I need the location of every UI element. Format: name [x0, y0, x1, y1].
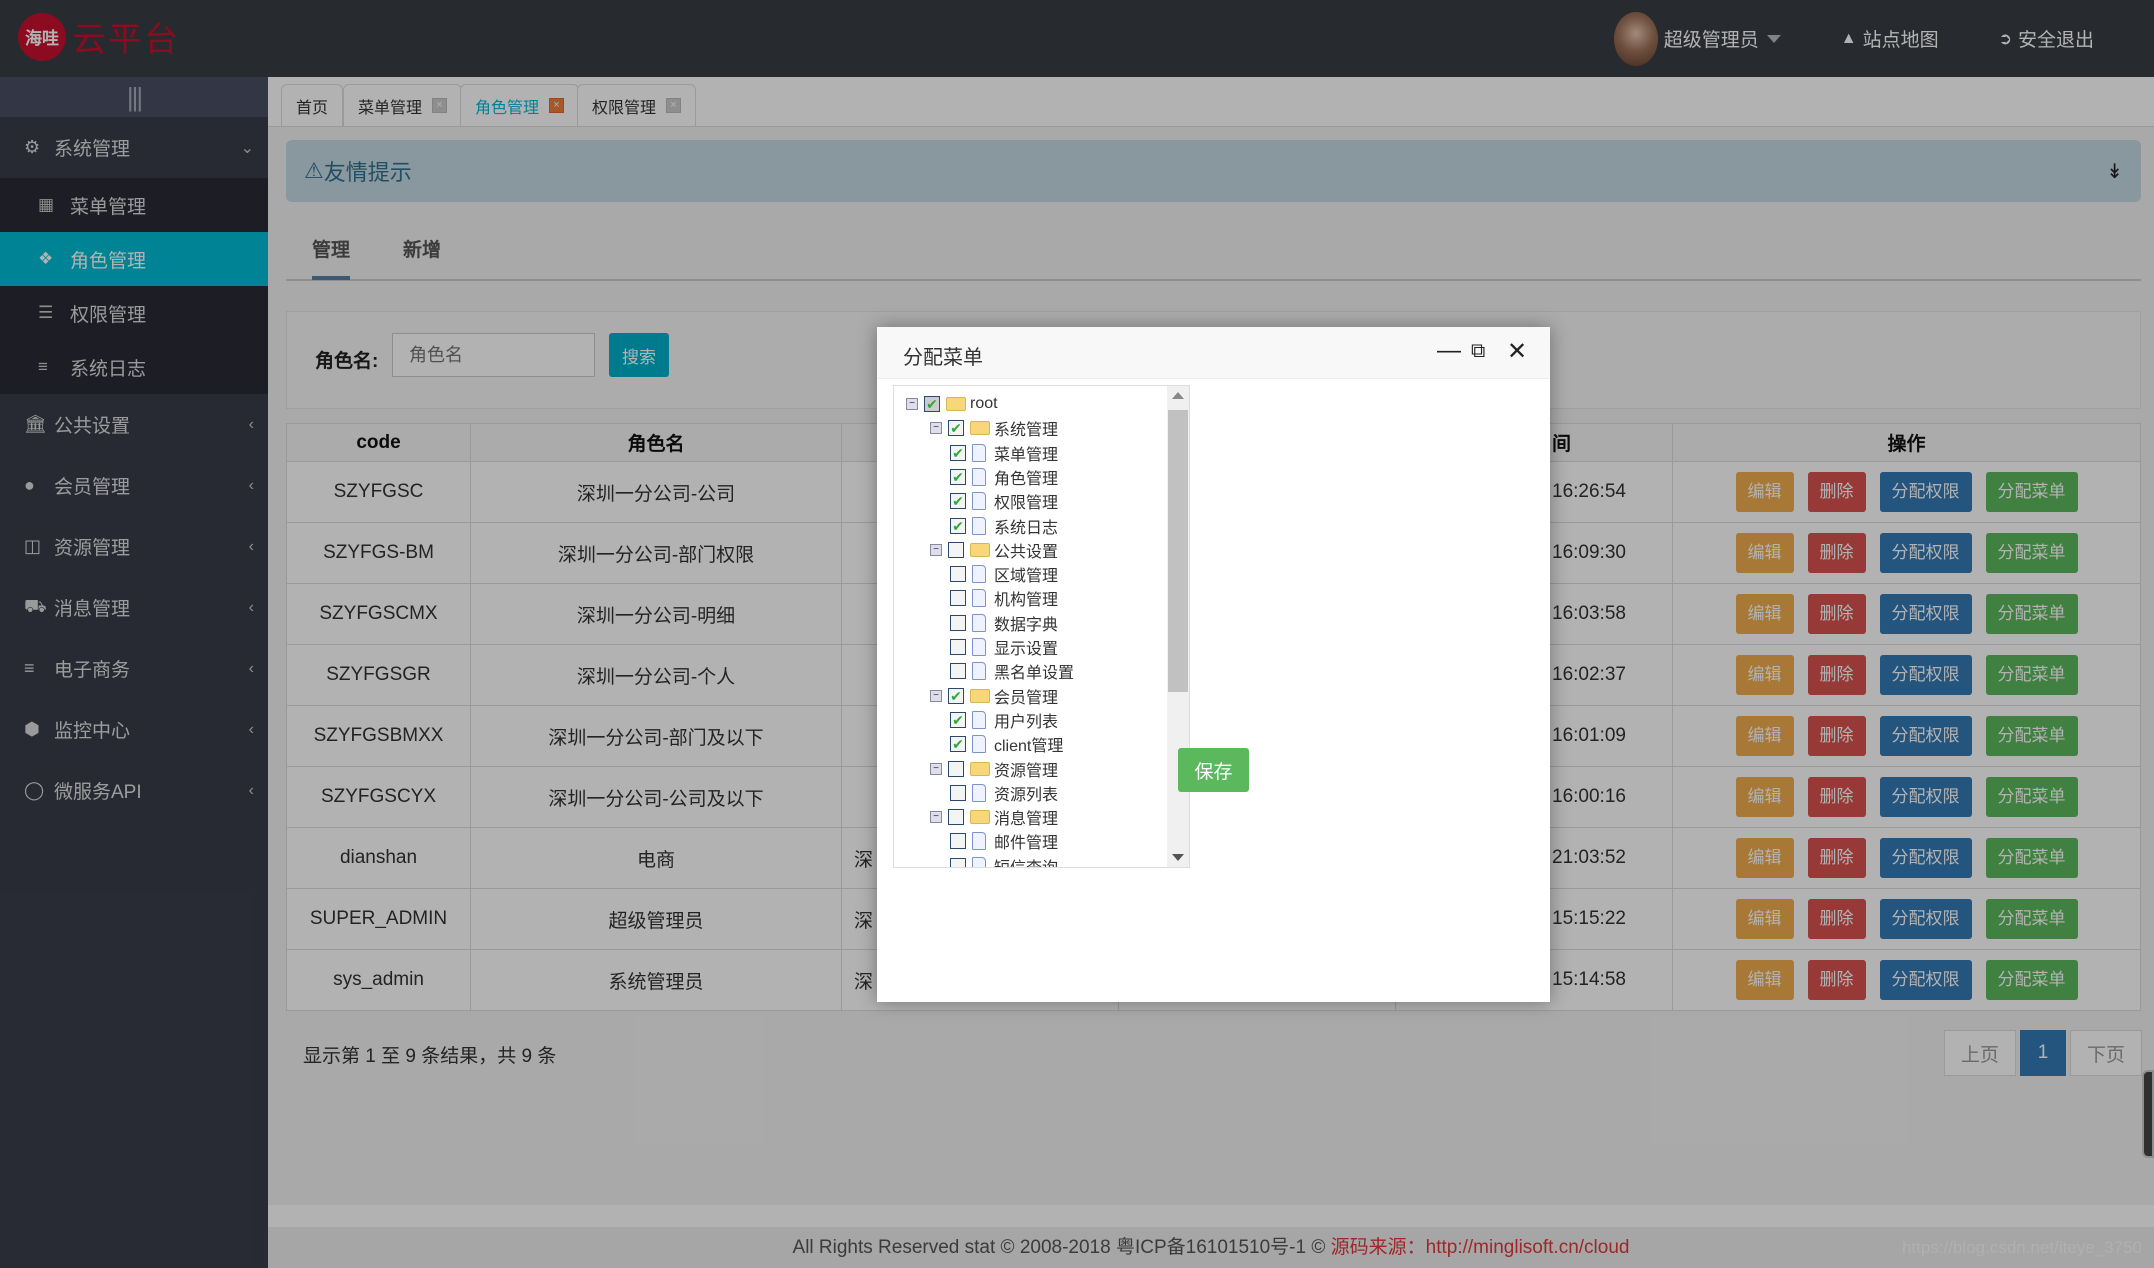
- tree-node-label: 用户列表: [994, 713, 1059, 731]
- tree-checkbox[interactable]: ✔: [950, 517, 966, 534]
- tree-node-label: 机构管理: [994, 592, 1059, 610]
- tree-node-label: 黑名单设置: [994, 665, 1075, 683]
- file-icon: [972, 856, 986, 867]
- tree-node-label: 公共设置: [994, 543, 1059, 561]
- file-icon: [972, 443, 986, 462]
- assign-menu-dialog: 分配菜单 — ⧉ ✕ − ✔ root − ✔ 系统管理 ✔ 菜单管理 ✔ 角色管理 ✔ 权限管理 ✔ 系…: [877, 327, 1550, 1002]
- folder-icon: [946, 397, 966, 411]
- scroll-up-icon[interactable]: [1172, 392, 1184, 399]
- tree-node-label: 消息管理: [994, 811, 1059, 829]
- maximize-icon[interactable]: ⧉: [1471, 340, 1485, 363]
- folder-icon: [970, 542, 990, 557]
- tree-node-label: root: [970, 395, 998, 412]
- tree-node-label: 权限管理: [994, 495, 1059, 513]
- collapse-icon[interactable]: −: [930, 543, 942, 556]
- tree-checkbox[interactable]: [950, 639, 966, 655]
- tree-checkbox[interactable]: [948, 541, 964, 558]
- tree-node[interactable]: 黑名单设置: [950, 659, 1074, 683]
- tree-checkbox[interactable]: ✔: [924, 396, 940, 412]
- file-icon: [972, 516, 986, 535]
- file-icon: [972, 565, 986, 584]
- tree-checkbox[interactable]: [950, 566, 966, 583]
- tree-node-label: 系统管理: [994, 422, 1059, 440]
- tree-node[interactable]: − 消息管理: [930, 805, 1058, 829]
- tree-node-label: 菜单管理: [994, 446, 1059, 464]
- menu-tree: − ✔ root − ✔ 系统管理 ✔ 菜单管理 ✔ 角色管理 ✔ 权限管理 ✔ 系统日志 − 公共设置 区域管…: [893, 385, 1190, 868]
- file-icon: [972, 492, 986, 511]
- tree-checkbox[interactable]: ✔: [950, 711, 966, 728]
- scrollbar-thumb[interactable]: [1168, 410, 1188, 692]
- tree-node[interactable]: 短信查询: [950, 854, 1058, 867]
- tree-checkbox[interactable]: [950, 833, 966, 850]
- tree-node[interactable]: 资源列表: [950, 781, 1058, 805]
- tree-checkbox[interactable]: [950, 857, 966, 867]
- tree-node[interactable]: 数据字典: [950, 611, 1058, 635]
- tree-node[interactable]: ✔ 权限管理: [950, 489, 1058, 513]
- tree-node-label: 邮件管理: [994, 835, 1059, 853]
- tree-checkbox[interactable]: ✔: [948, 687, 964, 704]
- collapse-icon[interactable]: −: [930, 689, 942, 702]
- tree-node-label: 区域管理: [994, 568, 1059, 586]
- tree-node[interactable]: ✔ 菜单管理: [950, 441, 1058, 465]
- tree-node-label: 角色管理: [994, 470, 1059, 488]
- tree-node-label: 资源管理: [994, 762, 1059, 780]
- scroll-down-icon[interactable]: [1172, 854, 1184, 861]
- file-icon: [972, 735, 986, 754]
- tree-checkbox[interactable]: [948, 809, 964, 826]
- dialog-header: 分配菜单 — ⧉ ✕: [877, 327, 1550, 379]
- folder-icon: [970, 810, 990, 825]
- tree-node[interactable]: − ✔ 系统管理: [930, 416, 1058, 440]
- tree-node[interactable]: 机构管理: [950, 586, 1058, 610]
- file-icon: [972, 710, 986, 729]
- tree-checkbox[interactable]: ✔: [950, 468, 966, 485]
- tree-checkbox[interactable]: ✔: [950, 736, 966, 753]
- tree-node-label: 系统日志: [994, 519, 1059, 537]
- tree-node[interactable]: ✔ 角色管理: [950, 465, 1058, 489]
- tree-checkbox[interactable]: [950, 663, 966, 680]
- tree-node-label: client管理: [994, 738, 1064, 756]
- tree-node[interactable]: 显示设置: [950, 635, 1058, 659]
- dialog-title: 分配菜单: [903, 347, 983, 369]
- folder-icon: [970, 761, 990, 776]
- tree-node-label: 资源列表: [994, 786, 1059, 804]
- tree-checkbox[interactable]: ✔: [950, 444, 966, 461]
- collapse-icon[interactable]: −: [930, 811, 942, 824]
- tree-node[interactable]: ✔ client管理: [950, 732, 1063, 756]
- minimize-icon[interactable]: —: [1437, 337, 1461, 365]
- save-button[interactable]: 保存: [1178, 748, 1249, 792]
- file-icon: [972, 638, 986, 656]
- tree-checkbox[interactable]: [948, 760, 964, 777]
- file-icon: [972, 662, 986, 681]
- tree-node[interactable]: ✔ 用户列表: [950, 708, 1058, 732]
- tree-checkbox[interactable]: [950, 784, 966, 801]
- tree-checkbox[interactable]: ✔: [948, 420, 964, 437]
- tree-node[interactable]: − ✔ root: [906, 392, 998, 416]
- collapse-icon[interactable]: −: [930, 422, 942, 435]
- file-icon: [972, 783, 986, 802]
- tree-node[interactable]: − ✔ 会员管理: [930, 684, 1058, 708]
- tree-node-label: 短信查询: [994, 854, 1058, 867]
- file-icon: [972, 613, 986, 632]
- tree-node[interactable]: 邮件管理: [950, 829, 1058, 853]
- tree-node-label: 会员管理: [994, 689, 1059, 707]
- file-icon: [972, 589, 986, 608]
- tree-node[interactable]: − 公共设置: [930, 538, 1058, 562]
- close-icon[interactable]: ✕: [1507, 337, 1527, 366]
- tree-node[interactable]: 区域管理: [950, 562, 1058, 586]
- file-icon: [972, 467, 986, 486]
- tree-checkbox[interactable]: [950, 590, 966, 607]
- collapse-icon[interactable]: −: [930, 762, 942, 775]
- file-icon: [972, 832, 986, 851]
- collapse-icon[interactable]: −: [906, 398, 918, 410]
- folder-icon: [970, 688, 990, 703]
- tree-node[interactable]: − 资源管理: [930, 757, 1058, 781]
- tree-checkbox[interactable]: [950, 614, 966, 631]
- tree-scrollbar[interactable]: [1167, 386, 1189, 867]
- folder-icon: [970, 421, 990, 436]
- tree-node-label: 数据字典: [994, 616, 1059, 634]
- tree-node[interactable]: ✔ 系统日志: [950, 514, 1058, 538]
- tree-node-label: 显示设置: [994, 641, 1059, 658]
- tree-checkbox[interactable]: ✔: [950, 493, 966, 510]
